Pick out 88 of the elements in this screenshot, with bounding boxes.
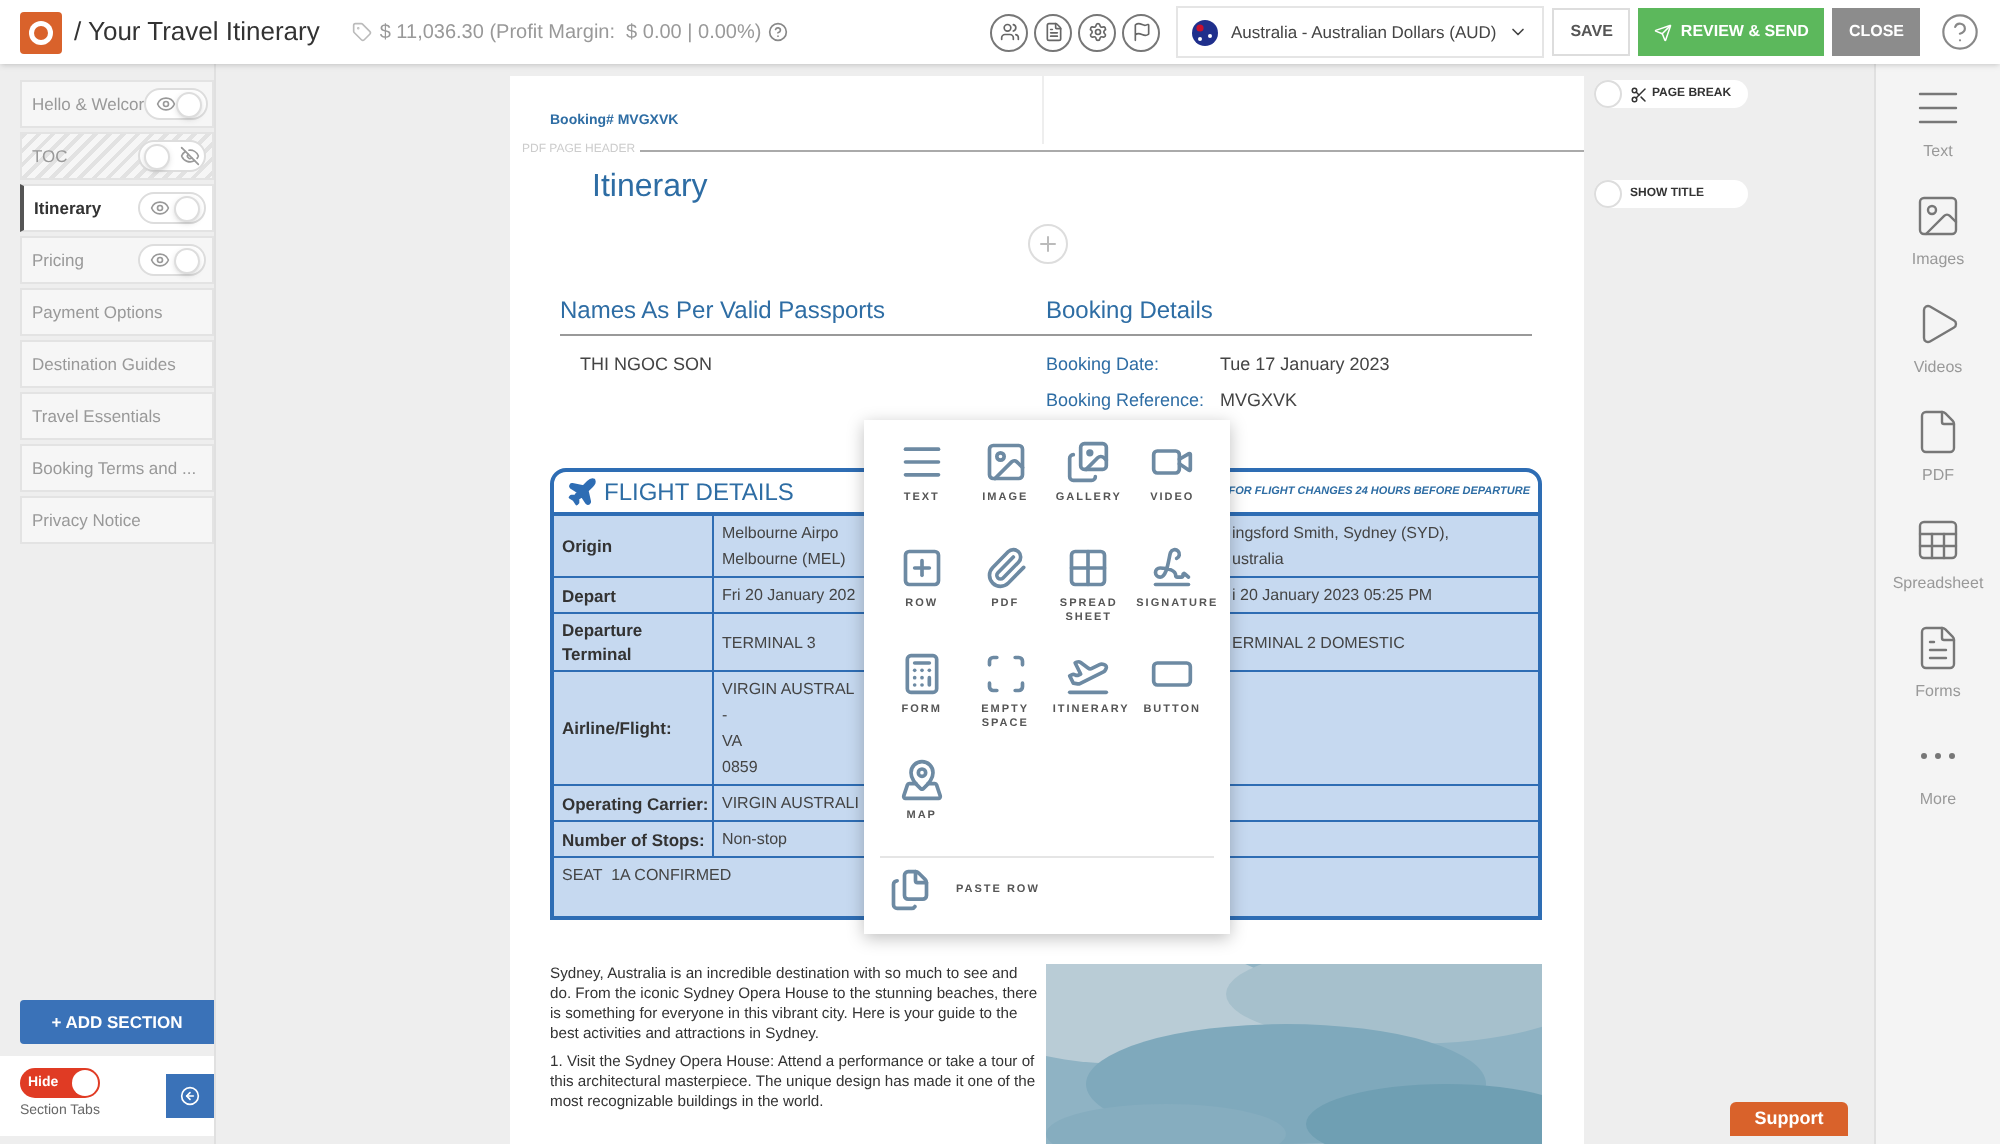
visibility-toggle[interactable] (138, 140, 206, 172)
section-title: Itinerary (590, 168, 710, 208)
frame-corners-icon (983, 652, 1028, 696)
send-icon (1654, 23, 1673, 41)
visibility-toggle[interactable] (138, 244, 206, 276)
scissors-icon (1630, 85, 1648, 103)
visibility-toggle[interactable] (138, 192, 206, 224)
image-icon (1913, 192, 1962, 240)
arrow-left-icon (180, 1086, 200, 1106)
map-icon (899, 758, 944, 802)
image-icon (983, 440, 1028, 484)
section-tab[interactable]: Privacy Notice (20, 496, 214, 544)
section-tab[interactable]: Travel Essentials (20, 392, 214, 440)
settings-button[interactable] (1078, 13, 1117, 51)
currency-dropdown[interactable]: Australia - Australian Dollars (AUD) (1176, 6, 1545, 58)
row-label: Departure Terminal (554, 614, 714, 670)
tag-icon (351, 22, 372, 42)
help-icon[interactable] (1940, 12, 1980, 52)
help-icon[interactable] (767, 22, 788, 42)
header-button[interactable]: REVIEW & SEND (1638, 8, 1825, 56)
document-button[interactable] (1034, 13, 1073, 51)
section-tab[interactable]: TOC (20, 132, 214, 180)
eye-icon (150, 250, 170, 270)
field-value: MVGXVK (1220, 388, 1298, 415)
table-cell-text: TERMINAL 3 (720, 631, 818, 655)
gallery-icon (1066, 440, 1111, 484)
section-tab[interactable]: Booking Terms and ... (20, 444, 214, 492)
paperclip-icon (983, 546, 1028, 590)
table-icon (1914, 516, 1962, 564)
block-button[interactable]: Videos (1913, 300, 1963, 380)
block-button[interactable]: Spreadsheet (1892, 516, 1984, 596)
block-button[interactable]: PDF (1914, 408, 1962, 488)
visibility-toggle[interactable] (144, 88, 209, 120)
table-title: FLIGHT DETAILS (604, 476, 794, 510)
table-cell-text: ingsford Smith, Sydney (SYD), ustralia (1230, 522, 1451, 572)
more-icon (1919, 752, 1956, 760)
signature-icon (1150, 546, 1195, 590)
block-button[interactable]: Images (1911, 192, 1965, 272)
row-label: Origin (554, 516, 714, 576)
column-heading: Booking Details (1046, 292, 1532, 336)
section-tab[interactable]: Pricing (20, 236, 214, 284)
logo-icon[interactable] (20, 11, 62, 53)
support-button[interactable]: Support (1730, 1102, 1848, 1136)
document-icon (1043, 22, 1064, 42)
flag-button[interactable] (1122, 13, 1161, 51)
row-label: Airline/Flight: (554, 672, 714, 784)
passenger-name: THI NGOC SON (578, 352, 715, 378)
table-cell-text: VIRGIN AUSTRALI (720, 792, 861, 816)
section-tab[interactable]: Payment Options (20, 288, 214, 336)
table-cell-text: VIRGIN AUSTRAL - VA 0859 (720, 678, 857, 780)
eye-icon (150, 198, 170, 218)
block-button[interactable]: More (1919, 732, 1957, 812)
row-label: Number of Stops: (554, 822, 714, 856)
table-cell-text: i 20 January 2023 05:25 PM (1230, 584, 1435, 608)
people-icon (999, 22, 1020, 42)
eye-icon (156, 94, 177, 114)
settings-icon (1087, 22, 1108, 42)
price-summary: $ 11,036.30 (Profit Margin: $ 0.00 | 0.00%) (379, 19, 762, 47)
field-value: Tue 17 January 2023 (1220, 352, 1390, 379)
eye-off-icon (180, 146, 200, 166)
table-cell-text: Melbourne Airpo Melbourne (MEL) (720, 522, 848, 572)
flag-icon (1192, 19, 1219, 45)
section-tab[interactable]: Itinerary (20, 184, 214, 232)
collapse-button[interactable] (166, 1074, 214, 1118)
plane-icon (566, 476, 598, 508)
header-button[interactable]: CLOSE (1832, 8, 1920, 56)
row-label: Operating Carrier: (554, 786, 714, 820)
flag-icon (1131, 22, 1152, 42)
copy-icon (888, 868, 932, 912)
add-row-button[interactable] (1027, 224, 1067, 264)
people-button[interactable] (990, 13, 1029, 51)
block-button[interactable]: Text (1914, 84, 1962, 164)
add-section-button[interactable]: + ADD SECTION (20, 1000, 214, 1044)
field-label: Booking Reference: (1046, 388, 1207, 415)
block-button[interactable]: Forms (1914, 624, 1962, 704)
section-tab[interactable]: Hello & Welcor (20, 80, 214, 128)
grid-icon (1066, 546, 1111, 590)
row-label: Depart (554, 578, 714, 612)
document-title: / Your Travel Itinerary (74, 14, 320, 51)
header-button[interactable]: SAVE (1552, 8, 1631, 56)
plus-icon (1035, 232, 1059, 256)
table-cell-text: ERMINAL 2 DOMESTIC (1230, 631, 1407, 655)
field-label: Booking Date: (1046, 352, 1162, 379)
section-tab[interactable]: Destination Guides (20, 340, 214, 388)
table-cell-text: Non-stop (720, 828, 789, 852)
column-heading: Names As Per Valid Passports (560, 292, 1046, 336)
table-cell-text: Fri 20 January 202 (720, 584, 858, 608)
plus-square-icon (899, 546, 944, 590)
